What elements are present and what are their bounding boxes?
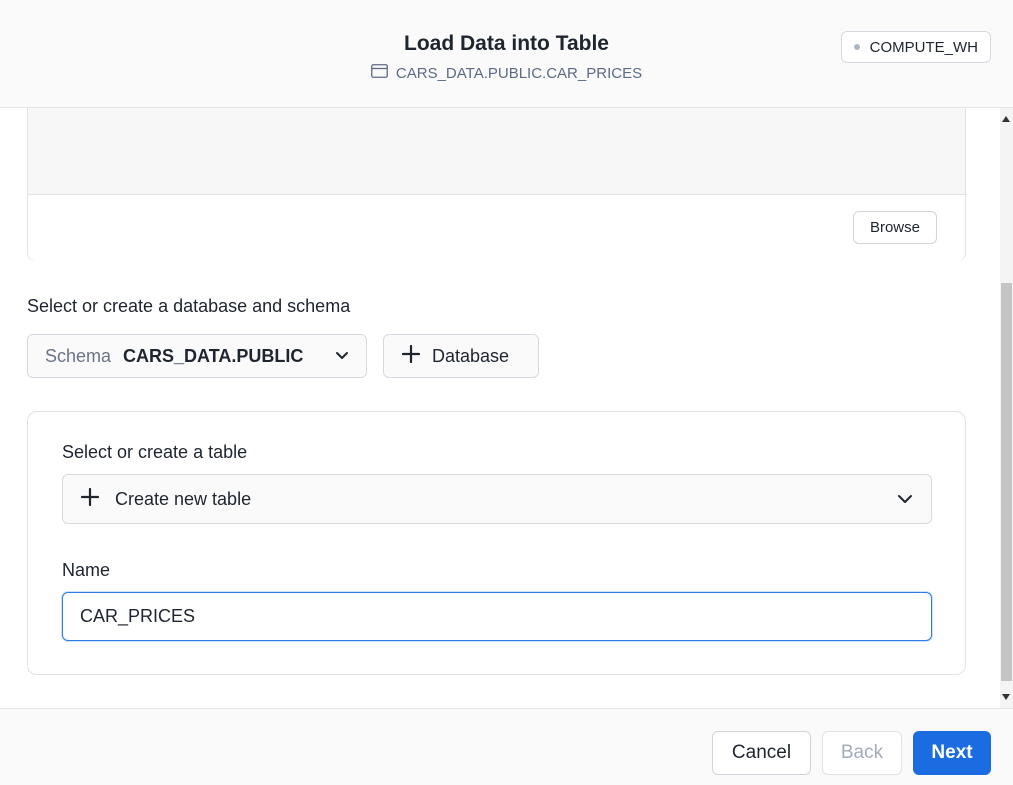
table-icon: [371, 64, 388, 82]
back-button[interactable]: Back: [822, 731, 902, 775]
schema-prefix: Schema: [45, 345, 112, 366]
table-card: Select or create a table Create new tabl…: [27, 411, 966, 675]
file-drop-zone[interactable]: Browse: [27, 108, 966, 261]
chevron-down-icon: [335, 351, 349, 361]
schema-section-label: Select or create a database and schema: [27, 296, 351, 316]
scrollbar-thumb[interactable]: [1001, 283, 1012, 681]
table-select[interactable]: Create new table: [62, 474, 932, 524]
dialog-content: Browse Select or create a database and s…: [0, 108, 1013, 708]
schema-value: CARS_DATA.PUBLIC: [123, 345, 304, 366]
browse-button[interactable]: Browse: [852, 211, 937, 244]
schema-select[interactable]: Schema CARS_DATA.PUBLIC: [27, 334, 367, 378]
plus-icon: [401, 344, 421, 368]
add-database-button[interactable]: Database: [383, 334, 539, 378]
name-label: Name: [62, 560, 111, 580]
add-database-label: Database: [432, 345, 510, 366]
table-name-input[interactable]: [62, 592, 932, 641]
dialog-header: Load Data into Table CARS_DATA.PUBLIC.CA…: [0, 0, 1013, 108]
plus-icon: [80, 487, 100, 511]
dialog-footer: Cancel Back Next: [0, 708, 1013, 785]
scrollbar[interactable]: [1000, 108, 1013, 708]
warehouse-status-dot: [853, 44, 860, 50]
target-table-path: CARS_DATA.PUBLIC.CAR_PRICES: [395, 64, 643, 82]
cancel-button[interactable]: Cancel: [712, 731, 811, 775]
chevron-down-icon: [897, 494, 913, 504]
upload-footer: Browse: [28, 195, 965, 261]
table-select-value: Create new table: [115, 488, 252, 509]
warehouse-name: COMPUTE_WH: [869, 38, 978, 56]
next-button[interactable]: Next: [913, 731, 991, 775]
dialog-subtitle: CARS_DATA.PUBLIC.CAR_PRICES: [0, 64, 1013, 82]
table-section-label: Select or create a table: [62, 442, 248, 462]
scroll-down-arrow-icon[interactable]: [1002, 694, 1010, 700]
warehouse-selector[interactable]: COMPUTE_WH: [840, 31, 991, 63]
scroll-up-arrow-icon[interactable]: [1002, 116, 1010, 122]
